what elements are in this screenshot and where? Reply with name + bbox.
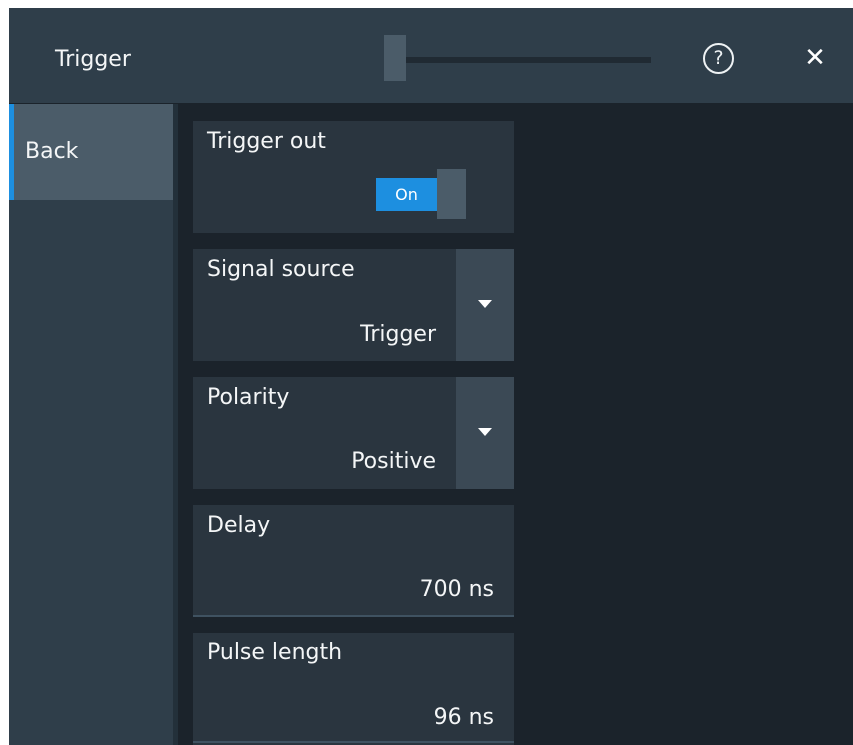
close-icon[interactable]: ✕ xyxy=(798,41,832,75)
delay-label: Delay xyxy=(207,513,271,538)
polarity-dropdown-button[interactable] xyxy=(456,377,514,489)
signal-source-panel[interactable]: Signal source Trigger xyxy=(193,249,514,361)
sidebar-item-label: Back xyxy=(25,139,79,164)
polarity-value: Positive xyxy=(351,449,436,474)
signal-source-label: Signal source xyxy=(207,257,355,282)
delay-panel[interactable]: Delay 700 ns xyxy=(193,505,514,617)
trigger-out-label: Trigger out xyxy=(207,129,326,154)
pulse-length-value[interactable]: 96 ns xyxy=(434,704,494,732)
sidebar: Back xyxy=(9,104,175,745)
polarity-panel[interactable]: Polarity Positive xyxy=(193,377,514,489)
trigger-out-panel: Trigger out On xyxy=(193,121,514,233)
signal-source-dropdown-button[interactable] xyxy=(456,249,514,361)
dialog-title: Trigger xyxy=(55,47,131,72)
chevron-down-icon xyxy=(478,428,492,436)
chevron-down-icon xyxy=(478,300,492,308)
trigger-out-toggle[interactable]: On xyxy=(376,169,466,219)
transparency-slider-track[interactable] xyxy=(384,57,651,63)
pulse-length-label: Pulse length xyxy=(207,640,343,665)
dialog-titlebar: Trigger ? ✕ xyxy=(9,8,853,103)
sidebar-item-back[interactable]: Back xyxy=(9,104,175,200)
pulse-length-panel[interactable]: Pulse length 96 ns xyxy=(193,633,514,745)
sidebar-divider xyxy=(173,104,178,745)
toggle-on-label: On xyxy=(376,178,437,211)
signal-source-value: Trigger xyxy=(360,322,436,347)
polarity-label: Polarity xyxy=(207,385,290,410)
pulse-length-underline xyxy=(193,741,514,743)
selected-accent-bar xyxy=(9,104,14,200)
delay-value[interactable]: 700 ns xyxy=(420,576,494,604)
toggle-knob xyxy=(437,169,466,219)
transparency-slider-handle[interactable] xyxy=(384,35,406,81)
delay-underline xyxy=(193,615,514,617)
trigger-dialog: Trigger ? ✕ Back Trigger out On Signal s… xyxy=(9,8,853,745)
help-icon[interactable]: ? xyxy=(703,43,734,74)
